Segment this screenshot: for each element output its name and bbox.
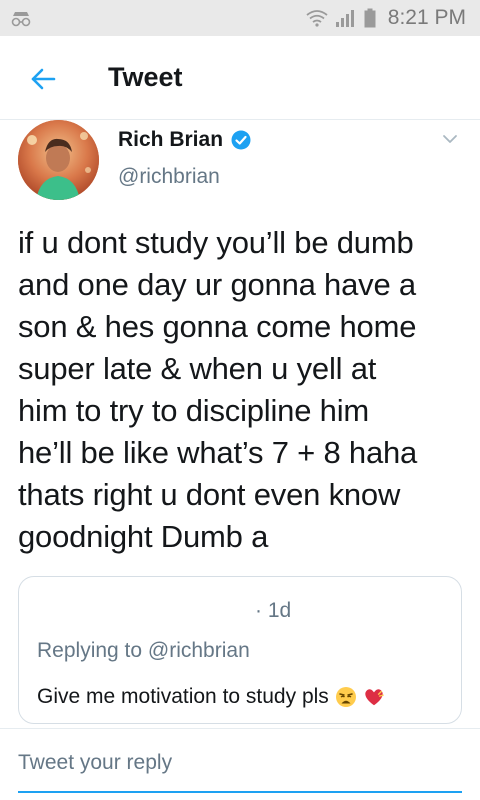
chevron-down-icon[interactable] <box>442 133 458 145</box>
reply-timestamp: · 1d <box>255 599 292 622</box>
back-button[interactable] <box>26 62 60 96</box>
author-name-text: Rich Brian <box>118 128 224 151</box>
replying-handle-link[interactable]: @richbrian <box>148 639 250 662</box>
tweet-line: goodnight Dumb a <box>18 519 269 554</box>
author-handle[interactable]: @richbrian <box>118 165 220 189</box>
avatar[interactable] <box>18 120 99 200</box>
battery-icon <box>364 8 376 28</box>
tweet-line: him to try to discipline him <box>18 393 370 428</box>
app-header: Tweet <box>0 36 480 120</box>
status-time: 8:21 PM <box>387 6 466 29</box>
reply-text-content: Give me motivation to study pls <box>37 685 329 708</box>
notification-icon <box>11 12 31 27</box>
signal-icon <box>335 10 354 27</box>
tweet-line: son & hes gonna come home <box>18 309 417 344</box>
reply-composer: Tweet your reply <box>0 728 480 800</box>
heart-emoji-icon <box>365 689 384 706</box>
replying-prefix: Replying to <box>37 639 143 662</box>
page-title: Tweet <box>108 62 183 92</box>
reply-input[interactable]: Tweet your reply <box>18 751 462 793</box>
back-arrow-icon <box>31 68 56 90</box>
tweet-text: if u dont study you’ll be dumb and one d… <box>18 222 468 558</box>
author-name[interactable]: Rich Brian <box>118 128 251 152</box>
tweet-line: if u dont study you’ll be dumb <box>18 225 414 260</box>
replying-to: Replying to @richbrian <box>37 639 250 663</box>
tweet-line: super late & when u yell at <box>18 351 377 386</box>
verified-badge-icon <box>231 130 251 150</box>
wifi-icon <box>306 10 328 27</box>
weary-face-emoji-icon <box>335 687 356 707</box>
avatar-image <box>18 120 99 200</box>
tweet-line: thats right u dont even know <box>18 477 401 512</box>
reply-text: Give me motivation to study pls <box>37 685 385 709</box>
tweet-line: he’ll be like what’s 7 + 8 haha <box>18 435 418 470</box>
status-bar: 8:21 PM <box>0 0 480 36</box>
status-icons: 8:21 PM <box>306 6 466 30</box>
tweet-line: and one day ur gonna have a <box>18 267 416 302</box>
reply-card[interactable]: · 1d Replying to @richbrian Give me moti… <box>18 576 462 724</box>
